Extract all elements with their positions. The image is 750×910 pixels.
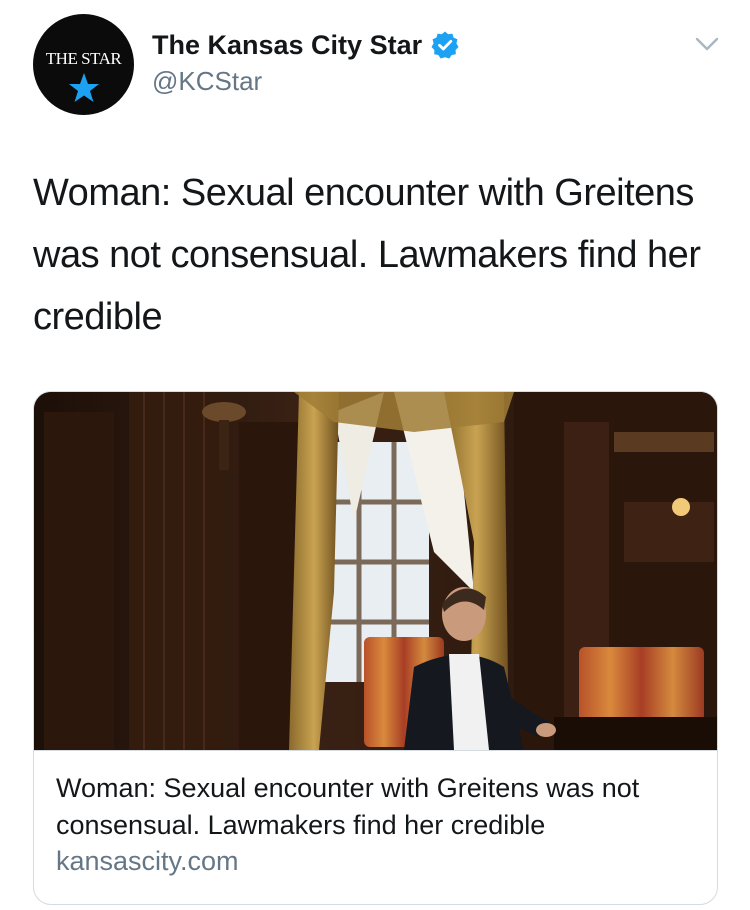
name-row: The Kansas City Star — [152, 27, 460, 63]
account-handle[interactable]: @KCStar — [152, 66, 262, 97]
card-title[interactable]: Woman: Sexual encounter with Greitens wa… — [56, 770, 701, 844]
chevron-down-icon[interactable] — [694, 34, 720, 54]
avatar-logo-text: THE STAR — [45, 49, 122, 68]
card-domain[interactable]: kansascity.com — [56, 846, 239, 877]
star-icon — [69, 73, 99, 102]
display-name[interactable]: The Kansas City Star — [152, 30, 422, 61]
card-image[interactable] — [34, 392, 717, 750]
article-photo — [34, 392, 717, 750]
card-body: Woman: Sexual encounter with Greitens wa… — [34, 750, 717, 904]
link-card[interactable]: Woman: Sexual encounter with Greitens wa… — [33, 391, 718, 905]
tweet: THE STAR The Kansas City Star @KCStar Wo… — [0, 0, 750, 910]
avatar[interactable]: THE STAR — [33, 14, 134, 115]
tweet-text: Woman: Sexual encounter with Greitens wa… — [33, 172, 701, 338]
verified-badge-icon — [431, 31, 459, 59]
